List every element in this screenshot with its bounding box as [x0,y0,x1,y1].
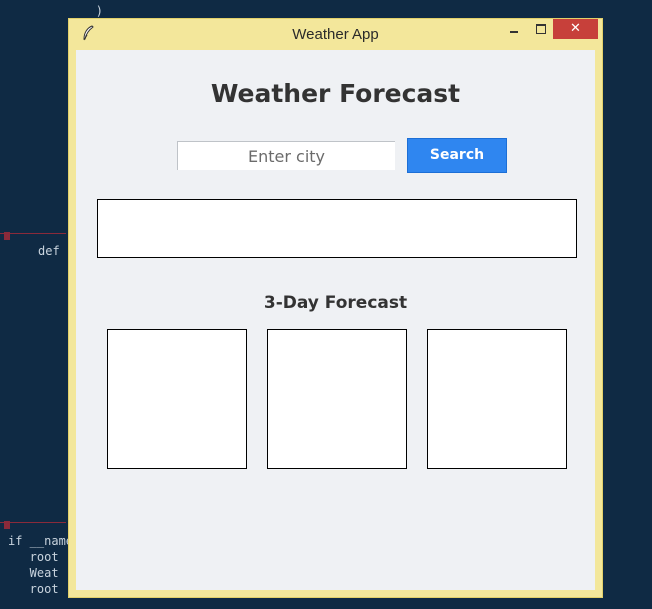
minimize-button[interactable] [501,19,528,39]
search-button[interactable]: Search [407,138,507,173]
breakpoint-marker [4,232,10,240]
code-line: Weat [8,566,59,580]
close-button[interactable]: ✕ [553,19,598,39]
code-line: if __name [8,534,74,548]
maximize-button[interactable] [528,19,554,39]
forecast-title: 3-Day Forecast [263,293,408,313]
app-window: Weather App ✕ Weather Forecast Search 3-… [68,18,603,598]
forecast-card-day-3 [427,329,567,469]
forecast-card-day-2 [267,329,407,469]
code-line: def [38,244,60,258]
city-search-input[interactable] [177,141,395,170]
breakpoint-marker [4,521,10,529]
forecast-card-day-1 [107,329,247,469]
code-line: ) [38,4,104,18]
app-content: Weather Forecast Search 3-Day Forecast [76,50,595,590]
title-bar[interactable]: Weather App ✕ [69,19,602,49]
page-title: Weather Forecast [210,79,461,108]
code-line: root [8,550,59,564]
code-line: root [8,582,59,596]
current-weather-display [97,199,577,258]
